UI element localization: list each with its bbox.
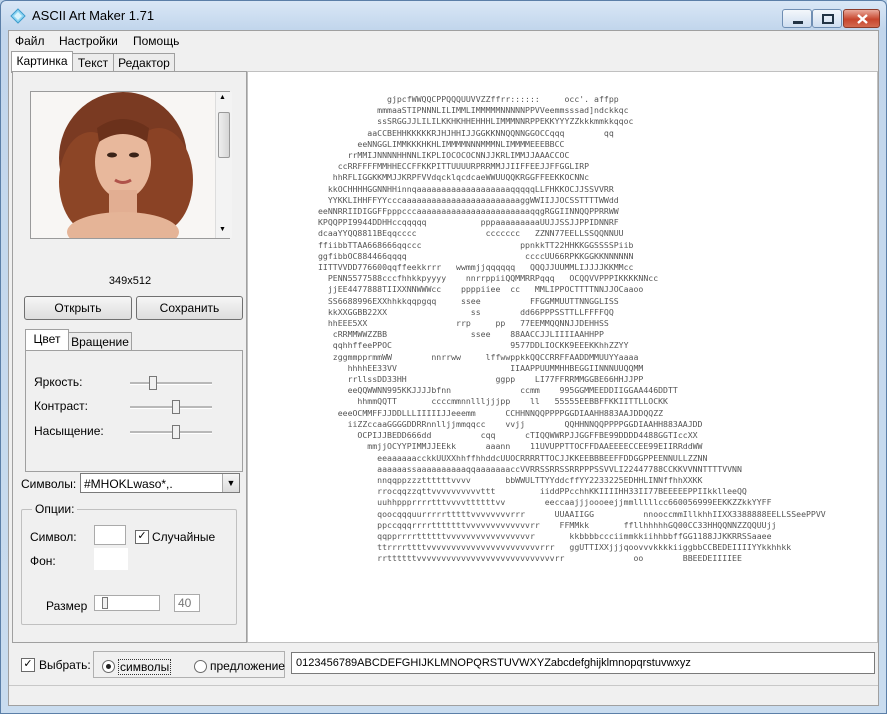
image-preview: ▲ ▼ [30,91,232,252]
portrait-image [31,92,216,252]
brightness-label: Яркость: [34,375,83,389]
brightness-slider[interactable] [130,376,212,390]
select-label: Выбрать: [39,658,91,672]
client-area: Файл Настройки Помощь Картинка Текст Ред… [8,30,879,706]
mode-group: символы предложение [93,651,285,678]
open-button[interactable]: Открыть [24,296,132,320]
contrast-slider-thumb[interactable] [172,400,180,414]
radio-sentence-label[interactable]: предложение [210,659,285,673]
tab-picture[interactable]: Картинка [11,51,73,73]
image-size-label: 349x512 [108,275,152,287]
color-tab-panel: Яркость: Контраст: Насыщение: [25,350,243,472]
scroll-up-icon[interactable]: ▲ [219,94,226,101]
size-label: Размер [46,599,88,613]
title-bar[interactable]: ASCII Art Maker 1.71 [0,0,887,30]
symbols-dropdown[interactable]: #MHOKLwaso*,. ▼ [80,473,240,493]
app-icon [10,8,26,24]
brightness-slider-thumb[interactable] [149,376,157,390]
options-legend: Опции: [32,502,78,516]
tab-editor[interactable]: Редактор [113,53,175,73]
ascii-output-area[interactable]: gjpcfWWQQCPPQQQUUVVZZffrr:::::: occ'. af… [247,71,878,643]
save-button[interactable]: Сохранить [136,296,243,320]
tab-text[interactable]: Текст [72,53,114,73]
tab-color[interactable]: Цвет [25,329,69,351]
size-value-field[interactable]: 40 [174,594,200,612]
status-bar [9,685,878,705]
ascii-art-text: gjpcfWWQQCPPQQQUUVVZZffrr:::::: occ'. af… [318,94,826,564]
background-color-swatch[interactable] [94,548,128,570]
size-slider-thumb[interactable] [102,597,108,609]
size-slider[interactable] [94,595,160,611]
saturation-label: Насыщение: [34,424,104,438]
scrollbar-thumb[interactable] [218,112,230,158]
menu-file[interactable]: Файл [15,34,45,48]
menu-help[interactable]: Помощь [133,34,179,48]
symbols-value: #MHOKLwaso*,. [84,477,173,491]
random-checkbox[interactable]: ✓ [135,530,149,544]
symbols-label: Символы: [21,477,77,491]
select-checkbox[interactable]: ✓ [21,658,35,672]
preview-scrollbar[interactable]: ▲ ▼ [215,92,232,238]
symbol-label: Символ: [30,530,77,544]
tab-rotation[interactable]: Вращение [68,332,132,352]
saturation-slider[interactable] [130,425,212,439]
minimize-button[interactable] [782,9,812,28]
window-title: ASCII Art Maker 1.71 [32,8,155,23]
symbol-input[interactable] [94,525,126,545]
radio-sentence[interactable] [194,660,207,673]
menu-bar: Файл Настройки Помощь [9,31,878,51]
radio-symbols-label[interactable]: символы [118,659,172,675]
chevron-down-icon[interactable]: ▼ [222,474,239,492]
scroll-down-icon[interactable]: ▼ [219,226,226,233]
options-group: Опции: Символ: ✓ Случайные Фон: Размер 4… [21,502,237,625]
contrast-slider[interactable] [130,400,212,414]
saturation-slider-thumb[interactable] [172,425,180,439]
close-button[interactable] [843,9,880,28]
contrast-label: Контраст: [34,399,88,413]
maximize-button[interactable] [812,9,842,28]
picture-tab-panel: ▲ ▼ 349x512 Открыть Сохранить Цвет Враще… [12,71,247,643]
background-label: Фон: [30,554,56,568]
radio-symbols[interactable] [102,660,115,673]
random-label: Случайные [152,530,216,544]
menu-settings[interactable]: Настройки [59,34,118,48]
charset-input[interactable]: 0123456789ABCDEFGHIJKLMNOPQRSTUVWXYZabcd… [291,652,875,674]
